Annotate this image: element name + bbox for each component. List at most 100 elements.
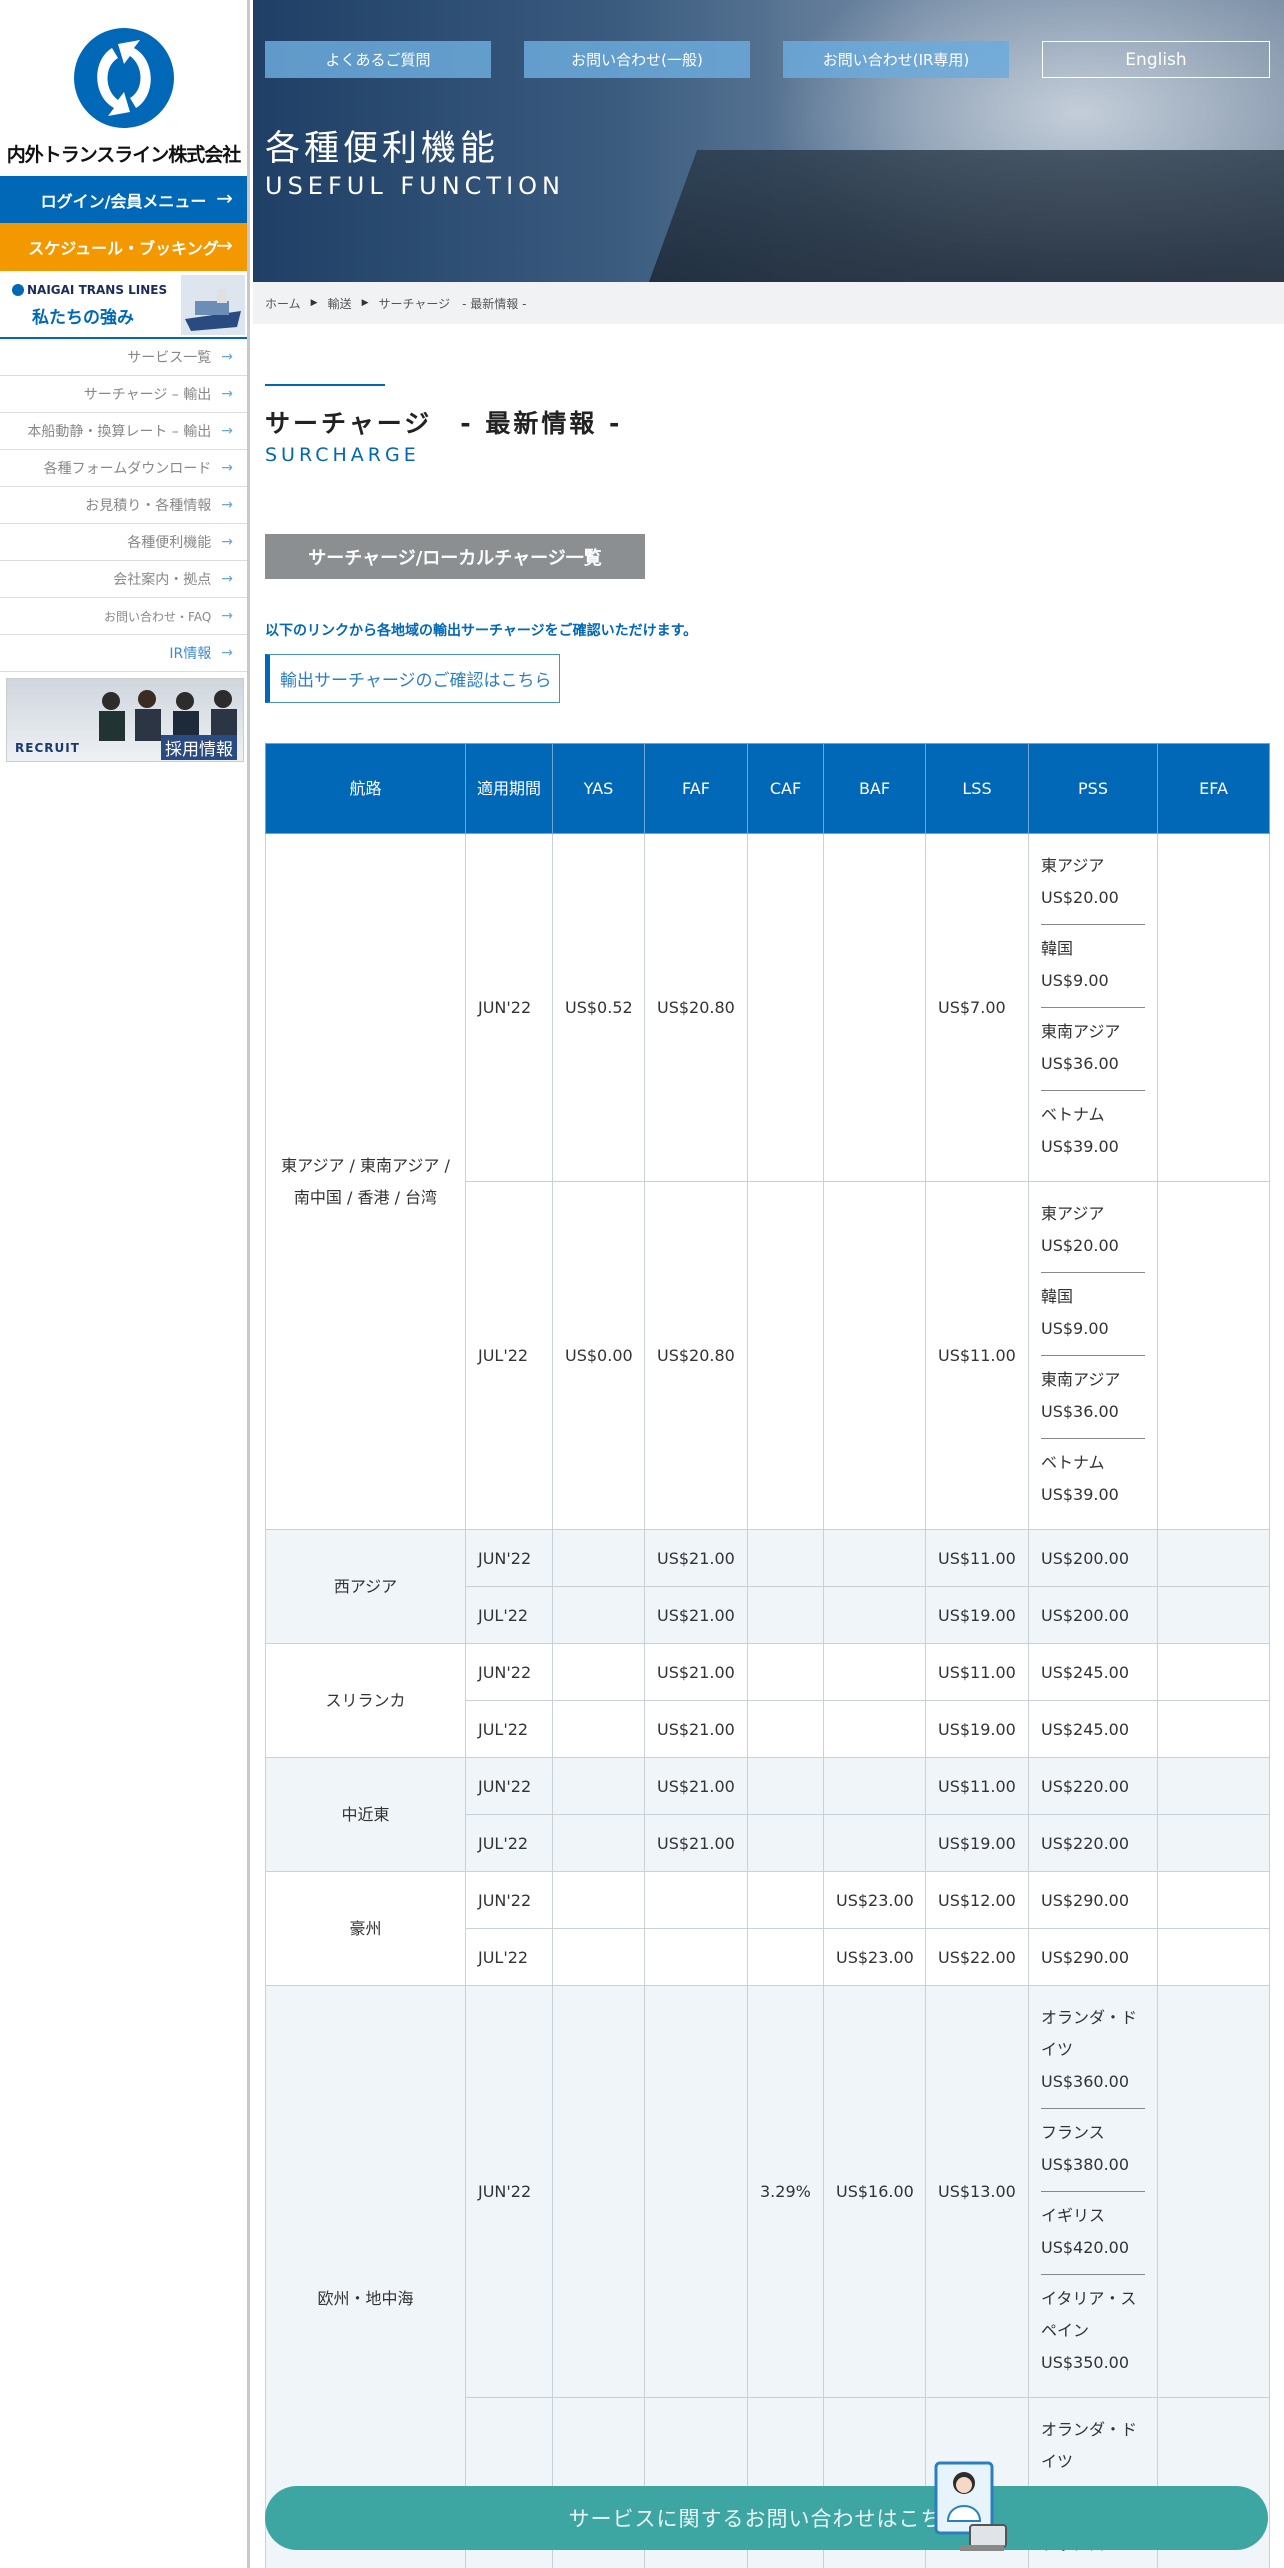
breadcrumb-home[interactable]: ホーム [265,295,301,312]
pss-amount: US$9.00 [1041,1319,1109,1338]
lss-cell: US$11.00 [925,1181,1029,1530]
login-button[interactable]: ログイン/会員メニュー → [0,176,247,223]
schedule-label: スケジュール・ブッキング [28,239,219,258]
baf-cell [823,1814,926,1872]
page-subtitle: SURCHARGE [265,444,420,466]
header-efa: EFA [1157,743,1270,834]
service-contact-button[interactable]: サービスに関するお問い合わせはこちら [265,2486,1268,2550]
sidebar-item-services[interactable]: サービス一覧 → [0,339,247,376]
sidebar-item-company[interactable]: 会社案内・拠点 → [0,561,247,598]
pss-region: ベトナム [1041,1105,1105,1124]
arrow-right-icon: → [221,423,233,439]
pss-item: 東南アジア US$36.00 [1041,1356,1145,1439]
efa-cell [1157,1643,1270,1701]
sidebar-item-label: お問い合わせ・FAQ [104,609,212,624]
sidebar-item-quotes[interactable]: お見積り・各種情報 → [0,487,247,524]
caf-cell [747,1586,824,1644]
sidebar-item-contact-faq[interactable]: お問い合わせ・FAQ → [0,598,247,635]
header-pss: PSS [1028,743,1158,834]
faf-cell: US$20.80 [644,1181,748,1530]
route-cell: スリランカ [265,1643,466,1758]
schedule-booking-button[interactable]: スケジュール・ブッキング → [0,223,247,271]
yas-cell: US$0.52 [552,833,645,1182]
arrow-right-icon: → [221,534,233,550]
caf-cell [747,1181,824,1530]
period-cell: JUN'22 [465,1529,553,1587]
caf-cell [747,1643,824,1701]
route-cell: 豪州 [265,1871,466,1986]
arrow-right-icon: → [216,186,233,210]
pss-item: 東アジア US$20.00 [1041,842,1145,925]
caf-cell [747,1871,824,1929]
pss-cell: 東アジア US$20.00 韓国 US$9.00 東南アジア US$36.00 ベトナム US… [1028,1181,1158,1530]
header-baf: BAF [823,743,926,834]
pss-region: イギリス [1041,2206,1106,2225]
pss-item: 東南アジア US$36.00 [1041,1008,1145,1091]
table-row: 欧州・地中海 JUN'22 3.29% US$16.00 US$13.00 オランダ・ドイ… [265,1985,1270,2568]
baf-cell [823,833,926,1182]
company-logo[interactable]: 内外トランスライン株式会社 [0,0,247,176]
pss-amount: US$360.00 [1041,2072,1130,2091]
pss-amount: US$20.00 [1041,1236,1119,1255]
pss-cell: US$245.00 [1028,1643,1158,1701]
faf-cell: US$21.00 [644,1643,748,1701]
header-period: 適用期間 [465,743,553,834]
title-rule [265,384,385,386]
breadcrumb: ホーム ▶ 輸送 ▶ サーチャージ - 最新情報 - [253,282,1284,324]
breadcrumb-separator-icon: ▶ [361,298,369,308]
english-button[interactable]: English [1042,41,1270,78]
contact-general-button[interactable]: お問い合わせ(一般) [524,41,750,78]
breadcrumb-transport[interactable]: 輸送 [328,295,352,312]
pss-item: イギリス US$420.00 [1041,2192,1145,2275]
pss-region: 東アジア [1041,1204,1105,1223]
table-row: 西アジア JUN'22 US$21.00 US$11.00 US$200.00 [265,1529,1270,1644]
faf-cell: US$21.00 [644,1586,748,1644]
header-faf: FAF [644,743,748,834]
strength-banner[interactable]: NAIGAI TRANS LINES 私たちの強み [0,271,247,339]
header-route: 航路 [265,743,466,834]
baf-cell [823,1181,926,1530]
sidebar-item-vessel-status[interactable]: 本船動静・換算レート – 輸出 → [0,413,247,450]
baf-cell [823,1586,926,1644]
hero-title-en: USEFUL FUNCTION [265,172,565,200]
faq-button[interactable]: よくあるご質問 [265,41,491,78]
lss-cell: US$19.00 [925,1586,1029,1644]
sidebar-item-surcharge-export[interactable]: サーチャージ – 輸出 → [0,376,247,413]
pss-region: ベトナム [1041,1453,1105,1472]
ship-icon [181,275,245,335]
contact-ir-button[interactable]: お問い合わせ(IR専用) [783,41,1009,78]
sidebar-item-label: 各種フォームダウンロード [43,461,212,477]
yas-cell [552,1643,645,1701]
sidebar-item-label: サービス一覧 [127,350,212,366]
lss-cell: US$11.00 [925,1529,1029,1587]
sidebar: 内外トランスライン株式会社 ログイン/会員メニュー → スケジュール・ブッキング… [0,0,250,2568]
efa-cell [1157,1985,1270,2398]
pss-region: 東南アジア [1041,1370,1121,1389]
pss-region: 韓国 [1041,1287,1074,1306]
pss-region: 韓国 [1041,939,1074,958]
sidebar-item-label: サーチャージ – 輸出 [83,387,212,403]
yas-cell [552,1985,645,2398]
yas-cell [552,1757,645,1815]
strength-brand-text: NAIGAI TRANS LINES [27,283,168,297]
lss-cell: US$11.00 [925,1757,1029,1815]
pss-region: オランダ・ドイツ [1041,2420,1138,2471]
caf-cell [747,833,824,1182]
recruit-banner[interactable]: RECRUIT 採用情報 [6,678,244,762]
sidebar-item-label: お見積り・各種情報 [85,498,212,514]
sidebar-item-forms[interactable]: 各種フォームダウンロード → [0,450,247,487]
logo-icon [73,28,174,128]
export-surcharge-link[interactable]: 輸出サーチャージのご確認はこちら [265,654,560,703]
recruit-bar [7,761,244,762]
sidebar-item-useful-functions[interactable]: 各種便利機能 → [0,524,247,561]
arrow-right-icon: → [216,233,233,257]
period-cell: JUL'22 [465,1814,553,1872]
route-cell: 西アジア [265,1529,466,1644]
period-cell: JUN'22 [465,1757,553,1815]
pss-item: オランダ・ドイツ US$360.00 [1041,1994,1145,2109]
baf-cell [823,1529,926,1587]
baf-cell: US$23.00 [823,1928,926,1986]
faf-cell: US$21.00 [644,1700,748,1758]
efa-cell [1157,1181,1270,1530]
sidebar-item-ir[interactable]: IR情報 → [0,635,247,672]
